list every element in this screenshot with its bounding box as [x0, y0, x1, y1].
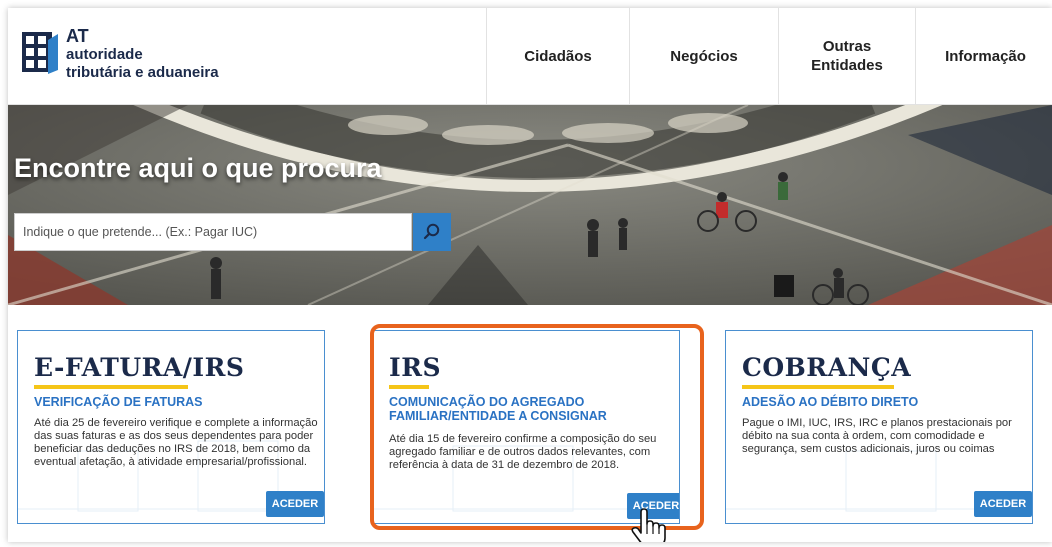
nav-item-label: Cidadãos	[524, 47, 592, 65]
card-efatura: E-FATURA/IRS VERIFICAÇÃO DE FATURAS Até …	[17, 330, 325, 524]
hand-pointer-icon	[631, 508, 666, 542]
card-subtitle: VERIFICAÇÃO DE FATURAS	[34, 395, 203, 409]
compass-rose-pavement-image	[8, 105, 1052, 305]
aceder-button[interactable]: ACEDER	[974, 491, 1032, 517]
header: AT autoridade tributária e aduaneira Cid…	[8, 8, 1052, 105]
hero-banner: Encontre aqui o que procura Indique o qu…	[8, 105, 1052, 305]
nav-item-outras-entidades[interactable]: Outras Entidades	[778, 8, 915, 104]
logo-line1: autoridade	[66, 46, 143, 63]
logo-line2: tributária e aduaneira	[66, 64, 219, 81]
card-title: COBRANÇA	[742, 353, 912, 382]
search-button[interactable]	[413, 213, 451, 251]
card-title-underline	[34, 385, 188, 389]
search-icon	[423, 223, 440, 240]
nav-item-label-line1: Outras	[822, 38, 872, 55]
card-subtitle: ADESÃO AO DÉBITO DIRETO	[742, 395, 919, 409]
nav-item-negocios[interactable]: Negócios	[629, 8, 778, 104]
page: AT autoridade tributária e aduaneira Cid…	[8, 8, 1052, 542]
logo-short: AT	[66, 26, 89, 46]
nav-item-label: Negócios	[670, 47, 738, 65]
nav-item-label: Informação	[945, 47, 1026, 65]
search-input[interactable]: Indique o que pretende... (Ex.: Pagar IU…	[14, 213, 412, 251]
card-text: Pague o IMI, IUC, IRS, IRC e planos pres…	[742, 417, 1012, 455]
nav-item-cidadaos[interactable]: Cidadãos	[486, 8, 629, 104]
hero-title: Encontre aqui o que procura	[14, 153, 382, 183]
card-text: Até dia 25 de fevereiro verifique e comp…	[34, 417, 318, 468]
aceder-button[interactable]: ACEDER	[266, 491, 324, 517]
nav-item-informacao[interactable]: Informação	[915, 8, 1052, 104]
nav-item-label-line2: Entidades	[811, 57, 883, 74]
card-cobranca: COBRANÇA ADESÃO AO DÉBITO DIRETO Pague o…	[725, 330, 1033, 524]
highlight-frame	[370, 324, 704, 530]
card-title-underline	[742, 385, 894, 389]
at-emblem-icon	[22, 32, 58, 74]
main-nav: Cidadãos Negócios Outras Entidades Infor…	[486, 8, 1052, 104]
card-title: E-FATURA/IRS	[34, 353, 245, 382]
logo[interactable]: AT autoridade tributária e aduaneira	[18, 26, 278, 88]
